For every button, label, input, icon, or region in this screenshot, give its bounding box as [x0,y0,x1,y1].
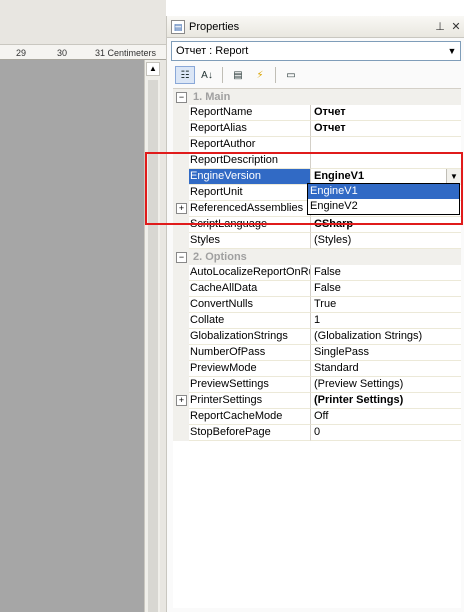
property-row[interactable]: AutoLocalizeReportOnRu False [173,265,461,281]
property-value[interactable]: False [311,265,461,281]
row-gutter [173,409,189,425]
property-row[interactable]: Collate 1 [173,313,461,329]
property-row[interactable]: StopBeforePage 0 [173,425,461,441]
property-name[interactable]: ConvertNulls [189,297,311,313]
property-name[interactable]: PreviewMode [189,361,311,377]
property-name[interactable]: ReportName [189,105,311,121]
row-gutter [173,233,189,249]
properties-view-icon[interactable]: ▤ [228,66,248,84]
row-gutter [173,425,189,441]
property-name[interactable]: CacheAllData [189,281,311,297]
property-row[interactable]: ReportAuthor [173,137,461,153]
property-value[interactable]: 1 [311,313,461,329]
property-row[interactable]: GlobalizationStrings (Globalization Strin… [173,329,461,345]
property-name[interactable]: ReportAuthor [189,137,311,153]
horizontal-ruler: 29 30 31 Centimeters [0,44,166,60]
property-name[interactable]: Styles [189,233,311,249]
row-gutter [173,121,189,137]
ruler-tick: 29 [16,48,27,58]
property-value[interactable]: (Styles) [311,233,461,249]
row-gutter [173,297,189,313]
ruler-tick: 30 [57,48,68,58]
property-row[interactable]: + PrinterSettings (Printer Settings) [173,393,461,409]
row-gutter: + [173,393,189,409]
row-gutter [173,137,189,153]
property-row[interactable]: ReportAlias Отчет [173,121,461,137]
properties-titlebar: ▤ Properties ⊥ ✕ [167,16,464,38]
toolbar-separator [275,67,276,83]
property-row[interactable]: NumberOfPass SinglePass [173,345,461,361]
object-selector[interactable]: Отчет : Report ▼ [171,41,461,61]
property-row[interactable]: ReportCacheMode Off [173,409,461,425]
chevron-down-icon[interactable]: ▼ [444,46,460,56]
row-gutter [173,105,189,121]
report-canvas[interactable] [0,60,144,612]
row-gutter [173,345,189,361]
vertical-scrollbar[interactable]: ▲ [144,60,160,612]
events-icon[interactable]: ⚡ [250,66,270,84]
property-value[interactable]: Standard [311,361,461,377]
row-gutter [173,377,189,393]
property-value[interactable]: Off [311,409,461,425]
property-value[interactable] [311,137,461,153]
property-value[interactable]: SinglePass [311,345,461,361]
expand-icon[interactable]: + [176,395,187,406]
property-value[interactable]: Отчет [311,121,461,137]
category-label: 1. Main [193,91,231,103]
close-icon[interactable]: ✕ [448,20,464,33]
scroll-up-icon[interactable]: ▲ [146,62,160,76]
row-gutter [173,313,189,329]
property-name[interactable]: PrinterSettings [189,393,311,409]
property-value[interactable]: (Preview Settings) [311,377,461,393]
property-value[interactable]: True [311,297,461,313]
property-row[interactable]: PreviewSettings (Preview Settings) [173,377,461,393]
row-gutter [173,281,189,297]
property-name[interactable]: GlobalizationStrings [189,329,311,345]
property-row[interactable]: CacheAllData False [173,281,461,297]
alphabetical-icon[interactable]: A↓ [197,66,217,84]
properties-panel: ▤ Properties ⊥ ✕ Отчет : Report ▼ ☷ A↓ ▤… [166,16,464,612]
property-row[interactable]: ConvertNulls True [173,297,461,313]
property-name[interactable]: ReportAlias [189,121,311,137]
property-name[interactable]: PreviewSettings [189,377,311,393]
property-name[interactable]: StopBeforePage [189,425,311,441]
property-row[interactable]: Styles (Styles) [173,233,461,249]
category-header[interactable]: −2. Options [173,249,461,265]
property-value[interactable]: (Globalization Strings) [311,329,461,345]
property-value[interactable]: (Printer Settings) [311,393,461,409]
properties-toolbar: ☷ A↓ ▤ ⚡ ▭ [171,64,461,86]
property-name[interactable]: AutoLocalizeReportOnRu [189,265,311,281]
pin-icon[interactable]: ⊥ [432,20,448,33]
row-gutter [173,329,189,345]
property-value[interactable]: Отчет [311,105,461,121]
property-value[interactable]: False [311,281,461,297]
category-label: 2. Options [193,251,247,263]
collapse-icon[interactable]: − [176,251,187,263]
properties-icon: ▤ [171,19,185,34]
toolbar-separator [222,67,223,83]
collapse-icon[interactable]: − [176,91,187,103]
property-name[interactable]: ReportCacheMode [189,409,311,425]
property-name[interactable]: Collate [189,313,311,329]
panel-title: Properties [189,20,240,33]
row-gutter [173,361,189,377]
category-header[interactable]: −1. Main [173,89,461,105]
highlight-frame [145,152,463,225]
property-value[interactable]: 0 [311,425,461,441]
property-pages-icon[interactable]: ▭ [281,66,301,84]
categorized-icon[interactable]: ☷ [175,66,195,84]
property-row[interactable]: ReportName Отчет [173,105,461,121]
property-name[interactable]: NumberOfPass [189,345,311,361]
object-selector-value: Отчет : Report [176,45,249,57]
row-gutter [173,265,189,281]
property-row[interactable]: PreviewMode Standard [173,361,461,377]
report-designer-area: 29 30 31 Centimeters ▲ [0,0,166,612]
ruler-tick: 31 Centimeters [95,48,157,58]
